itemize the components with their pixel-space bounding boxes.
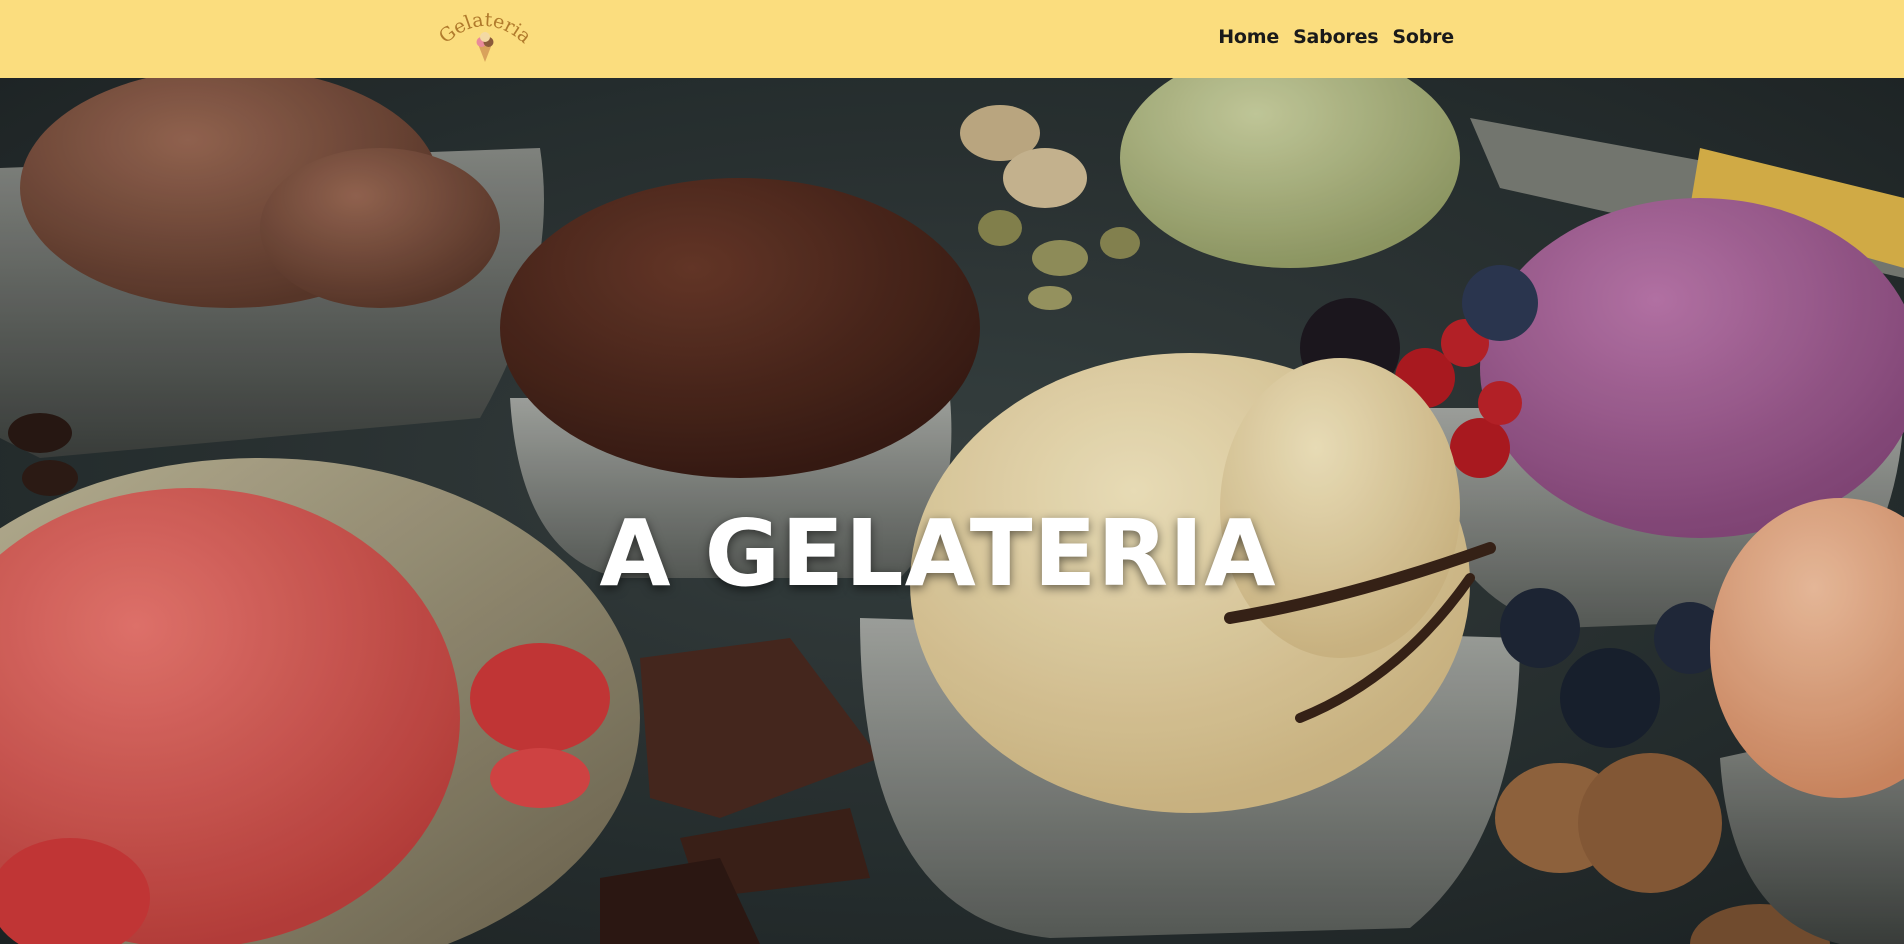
page: Gelateria Home Sabores Sobre xyxy=(0,0,1904,944)
nav-sabores-link[interactable]: Sabores xyxy=(1293,26,1379,48)
nav-home-link[interactable]: Home xyxy=(1218,26,1279,48)
hero-title: A GELATERIA xyxy=(599,500,1277,607)
gelateria-logo: Gelateria xyxy=(435,9,535,62)
navbar: Gelateria Home Sabores Sobre xyxy=(0,0,1904,78)
nav-sobre-link[interactable]: Sobre xyxy=(1392,26,1454,48)
hero-section: A GELATERIA xyxy=(0,78,1904,944)
logo-link[interactable]: Gelateria xyxy=(435,9,535,66)
ice-cream-cone-icon xyxy=(476,32,494,62)
main-nav: Home Sabores Sobre xyxy=(1218,26,1454,48)
